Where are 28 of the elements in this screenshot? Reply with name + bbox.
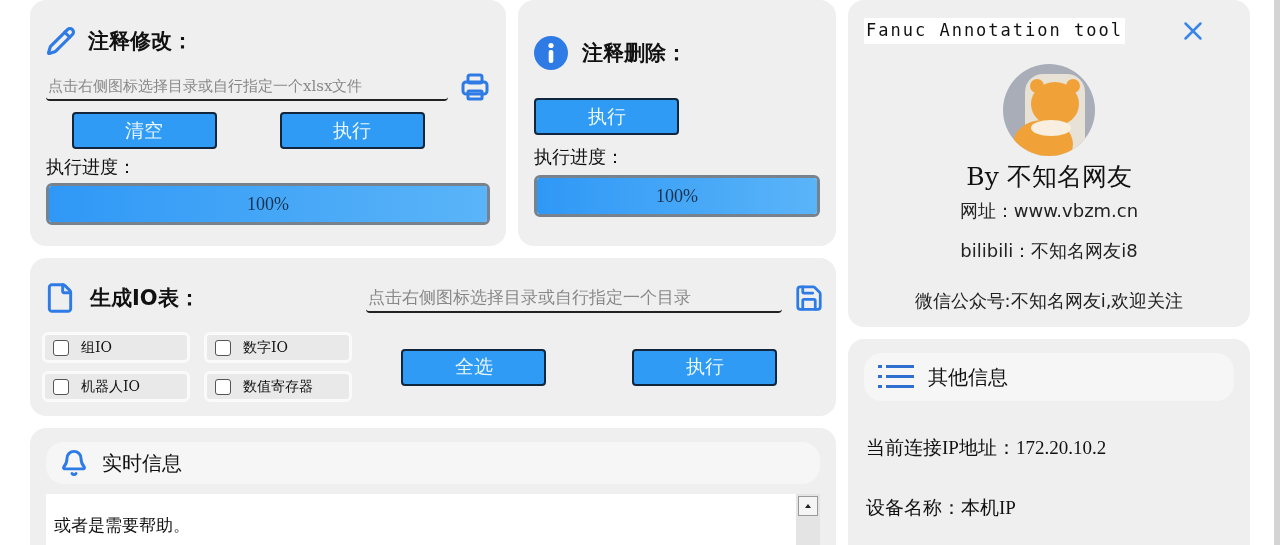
panel-title: 注释修改：: [88, 28, 193, 55]
panel-title: 生成IO表：: [90, 285, 200, 312]
author-name: By 不知名网友: [966, 161, 1132, 193]
section-title: 其他信息: [928, 363, 1008, 391]
progress-reading: 100%: [247, 193, 289, 215]
progress-reading: 100%: [656, 185, 698, 207]
action-button[interactable]: 执行: [534, 98, 679, 135]
panel-title: 注释删除：: [582, 40, 687, 67]
action-button[interactable]: 清空: [71, 112, 217, 149]
action-button[interactable]: 全选: [401, 348, 546, 386]
option-checkbox[interactable]: 组IO: [42, 332, 190, 363]
info-line: 当前连接IP地址：172.20.10.2: [866, 436, 1108, 460]
progress-label: 执行进度：: [46, 155, 137, 179]
option-checkbox[interactable]: 数字IO: [204, 332, 352, 363]
log-line: 或者是需要帮助。: [54, 514, 191, 537]
progress-label: 执行进度：: [534, 145, 625, 169]
option-checkbox[interactable]: 机器人IO: [42, 371, 190, 402]
input-field[interactable]: 点击右侧图标选择目录或自行指定一个目录: [366, 283, 782, 313]
app-title: Fanuc Annotation tool: [864, 18, 1125, 44]
action-button[interactable]: 执行: [279, 112, 425, 149]
section-title: 实时信息: [102, 449, 182, 477]
website-text: 网址：www.vbzm.cn: [959, 199, 1139, 223]
option-checkbox[interactable]: 数值寄存器: [204, 371, 352, 402]
wechat-text: 微信公众号:不知名网友i,欢迎关注: [914, 289, 1184, 313]
info-line: 设备名称：本机IP: [866, 496, 1017, 520]
input-field[interactable]: 点击右侧图标选择目录或自行指定一个xlsx文件: [46, 73, 448, 101]
action-button[interactable]: 执行: [632, 348, 777, 386]
bilibili-text: bilibili：不知名网友i8: [960, 239, 1138, 263]
